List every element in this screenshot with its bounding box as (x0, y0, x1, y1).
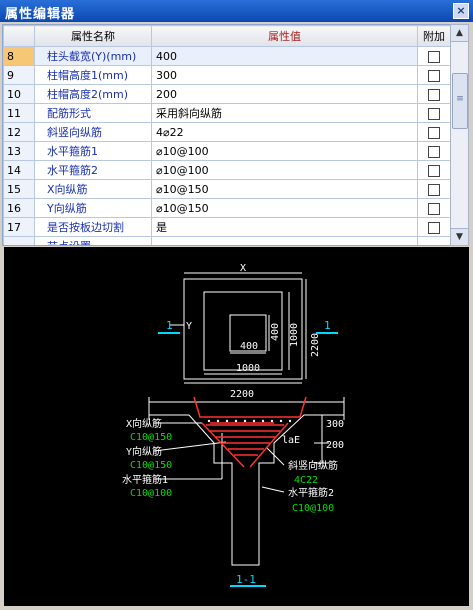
row-value[interactable]: 是 (151, 217, 418, 237)
hoop1-spec: C10@100 (130, 488, 172, 499)
row-num: 11 (3, 103, 35, 123)
row-value[interactable]: 采用斜向纵筋 (151, 103, 418, 123)
row-value[interactable]: ⌀10@150 (151, 179, 418, 199)
row-value[interactable]: 400 (151, 46, 418, 66)
plan-x-label: X (240, 263, 246, 274)
row-value[interactable]: 200 (151, 84, 418, 104)
plan-y-label: Y (186, 321, 192, 332)
attach-checkbox[interactable] (428, 126, 440, 139)
header-attach[interactable]: 附加 (417, 25, 451, 47)
table-row[interactable]: 8 柱头截宽(Y)(mm) 400 (3, 46, 451, 66)
plan-dim-400v: 400 (270, 323, 281, 341)
diag-spec: 4C22 (294, 475, 318, 486)
table-row[interactable]: 9 柱帽高度1(mm) 300 (3, 65, 451, 85)
attach-checkbox[interactable] (428, 107, 440, 120)
row-num: 10 (3, 84, 35, 104)
row-value[interactable]: ⌀10@150 (151, 198, 418, 218)
table-row[interactable]: 10 柱帽高度2(mm) 200 (3, 84, 451, 104)
title-bar: 属性编辑器 × (0, 0, 473, 22)
section-mark-left: 1 (166, 319, 173, 332)
attach-checkbox[interactable] (428, 145, 440, 158)
row-num: 14 (3, 160, 35, 180)
scroll-thumb[interactable]: ≡ (452, 73, 468, 129)
row-value[interactable]: 4⌀22 (151, 122, 418, 142)
property-grid: 属性名称 属性值 附加 8 柱头截宽(Y)(mm) 400 9 柱帽高度1(mm… (2, 24, 452, 246)
row-num (3, 236, 35, 245)
plan-dim-1000v: 1000 (289, 323, 300, 347)
row-num: 15 (3, 179, 35, 199)
scroll-down-icon[interactable]: ▼ (451, 228, 468, 245)
header-num (3, 25, 35, 47)
row-name: 是否按板边切割 (34, 217, 152, 237)
plan-dim-2200v: 2200 (310, 333, 321, 357)
rebar-lines (193, 396, 307, 468)
attach-checkbox[interactable] (428, 221, 440, 234)
row-name: 柱帽高度2(mm) (34, 84, 152, 104)
table-row[interactable]: 17 是否按板边切割 是 (3, 217, 451, 237)
row-value[interactable]: ⌀10@100 (151, 141, 418, 161)
table-row[interactable]: 14 水平箍筋2 ⌀10@100 (3, 160, 451, 180)
row-name: 配筋形式 (34, 103, 152, 123)
dim-300: 300 (326, 419, 344, 430)
vertical-scrollbar[interactable]: ▲ ≡ ▼ (450, 24, 469, 246)
window-title: 属性编辑器 (5, 7, 76, 22)
drawing-canvas: X Y 2200 1000 400 2200 1000 400 1 1 1-1 … (4, 247, 469, 606)
row-name: 柱帽高度1(mm) (34, 65, 152, 85)
table-row[interactable]: 15 X向纵筋 ⌀10@150 (3, 179, 451, 199)
attach-checkbox[interactable] (428, 164, 440, 177)
y-rebar-label: Y向纵筋 (126, 445, 162, 458)
table-row[interactable]: 13 水平箍筋1 ⌀10@100 (3, 141, 451, 161)
x-rebar-spec: C10@150 (130, 432, 172, 443)
close-button[interactable]: × (453, 3, 469, 19)
attach-checkbox[interactable] (428, 183, 440, 196)
table-row[interactable]: 16 Y向纵筋 ⌀10@150 (3, 198, 451, 218)
node-drawing: X Y 2200 1000 400 2200 1000 400 1 1 1-1 … (122, 263, 345, 587)
row-name: 柱头截宽(Y)(mm) (34, 46, 152, 66)
header-value[interactable]: 属性值 (151, 25, 418, 47)
hoop2-label: 水平箍筋2 (288, 486, 334, 499)
row-name: 水平箍筋2 (34, 160, 152, 180)
table-row[interactable]: 11 配筋形式 采用斜向纵筋 (3, 103, 451, 123)
scroll-up-icon[interactable]: ▲ (451, 25, 468, 42)
row-name: Y向纵筋 (34, 198, 152, 218)
row-num: 8 (3, 46, 35, 66)
row-value[interactable] (151, 236, 418, 245)
table-row[interactable]: 12 斜竖向纵筋 4⌀22 (3, 122, 451, 142)
grip-icon: ≡ (456, 94, 464, 104)
row-num: 13 (3, 141, 35, 161)
rebar-dots (207, 419, 292, 423)
hoop2-spec: C10@100 (292, 503, 334, 514)
header-name[interactable]: 属性名称 (34, 25, 152, 47)
row-num: 12 (3, 122, 35, 142)
row-name: 水平箍筋1 (34, 141, 152, 161)
y-rebar-spec: C10@150 (130, 460, 172, 471)
row-num: 9 (3, 65, 35, 85)
row-name: 斜竖向纵筋 (34, 122, 152, 142)
row-num: 17 (3, 217, 35, 237)
attach-checkbox[interactable] (428, 88, 440, 101)
table-row[interactable]: 节点设置 (3, 236, 451, 245)
row-value[interactable]: 300 (151, 65, 418, 85)
row-name: 节点设置 (34, 236, 152, 245)
attach-checkbox[interactable] (428, 69, 440, 82)
x-rebar-label: X向纵筋 (126, 417, 162, 430)
row-num: 16 (3, 198, 35, 218)
row-value[interactable]: ⌀10@100 (151, 160, 418, 180)
diag-label: 斜竖向纵筋 (288, 459, 338, 472)
hoop1-label: 水平箍筋1 (122, 473, 168, 486)
plan-dim-1000h: 1000 (236, 363, 260, 374)
attach-checkbox[interactable] (428, 202, 440, 215)
dim-200: 200 (326, 440, 344, 451)
section-title: 1-1 (236, 573, 256, 586)
lae-label: laE (282, 435, 300, 446)
plan-dim-400h: 400 (240, 341, 258, 352)
plan-dim-2200h: 2200 (230, 389, 254, 400)
section-mark-right: 1 (324, 319, 331, 332)
grid-header: 属性名称 属性值 附加 (3, 25, 451, 47)
row-name: X向纵筋 (34, 179, 152, 199)
attach-checkbox[interactable] (428, 50, 440, 63)
